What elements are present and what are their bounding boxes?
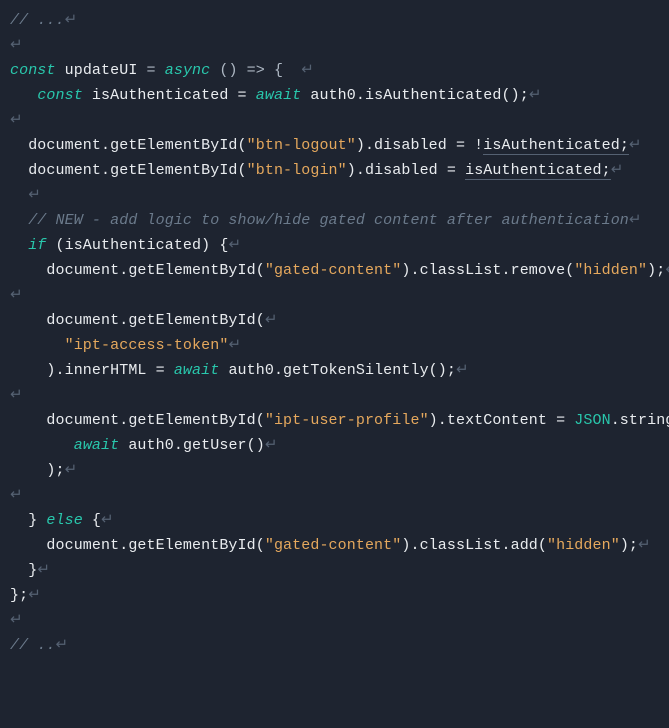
disabled-2: ).disabled = xyxy=(347,162,465,179)
gc2-close: ); xyxy=(620,537,638,554)
newline-icon: ↵ xyxy=(10,387,23,404)
newline-icon: ↵ xyxy=(65,12,78,29)
kw-await-2: await xyxy=(174,362,220,379)
semi-2: ; xyxy=(602,162,611,180)
doc-get-gc2: document.getElementById( xyxy=(46,537,264,554)
newline-icon: ↵ xyxy=(629,137,642,154)
newline-icon: ↵ xyxy=(228,237,241,254)
str-gated-1: "gated-content" xyxy=(265,262,402,279)
newline-icon: ↵ xyxy=(101,512,114,529)
str-hidden-1: "hidden" xyxy=(574,262,647,279)
doc-get-tok: document.getElementById( xyxy=(46,312,264,329)
kw-else: else xyxy=(46,512,82,529)
newline-icon: ↵ xyxy=(10,112,23,129)
close-inner: } xyxy=(28,562,37,579)
newline-icon: ↵ xyxy=(56,637,69,654)
newline-icon: ↵ xyxy=(638,537,651,554)
isauth-ref-2: isAuthenticated xyxy=(465,162,602,180)
kw-const-2: const xyxy=(37,87,83,104)
str-ipt-profile: "ipt-user-profile" xyxy=(265,412,429,429)
if-cond: (isAuthenticated) { xyxy=(46,237,228,254)
kw-if: if xyxy=(28,237,46,254)
doc-get-gc1: document.getElementById( xyxy=(46,262,264,279)
newline-icon: ↵ xyxy=(10,612,23,629)
auth0-call-1: auth0.isAuthenticated(); xyxy=(301,87,529,104)
newline-icon: ↵ xyxy=(529,87,542,104)
newline-icon: ↵ xyxy=(265,312,278,329)
arrow: () => { xyxy=(210,62,283,79)
classlist-add: ).classList.add( xyxy=(401,537,547,554)
newline-icon: ↵ xyxy=(301,62,314,79)
gc1-close: ); xyxy=(647,262,665,279)
newline-icon: ↵ xyxy=(456,362,469,379)
doc-get-2: document.getElementById( xyxy=(28,162,246,179)
comment-new: // NEW - add logic to show/hide gated co… xyxy=(28,212,629,229)
prof-close: ); xyxy=(46,462,64,479)
prof-text: ).textContent = xyxy=(429,412,575,429)
str-btn-login: "btn-login" xyxy=(247,162,347,179)
stringify: .stringify( xyxy=(611,412,669,429)
newline-icon: ↵ xyxy=(629,212,642,229)
else-brace: } xyxy=(28,512,46,529)
fn-name-text: updateUI xyxy=(65,62,138,79)
isauth-ref-1: isAuthenticated xyxy=(483,137,620,155)
newline-icon: ↵ xyxy=(10,37,23,54)
kw-await-3: await xyxy=(74,437,120,454)
newline-icon: ↵ xyxy=(28,587,41,604)
str-gated-2: "gated-content" xyxy=(265,537,402,554)
tok-inner: ).innerHTML = xyxy=(46,362,173,379)
fn-name: updateUI xyxy=(56,62,138,79)
kw-const: const xyxy=(10,62,56,79)
kw-async: async xyxy=(165,62,211,79)
newline-icon: ↵ xyxy=(65,462,78,479)
comment-top: // ... xyxy=(10,12,65,29)
newline-icon: ↵ xyxy=(10,487,23,504)
newline-icon: ↵ xyxy=(28,187,41,204)
tok-call: auth0.getTokenSilently(); xyxy=(219,362,456,379)
doc-get-prof: document.getElementById( xyxy=(46,412,264,429)
newline-icon: ↵ xyxy=(265,437,278,454)
newline-icon: ↵ xyxy=(665,262,669,279)
comment-bottom: // .. xyxy=(10,637,56,654)
code-block[interactable]: // ...↵ ↵ const updateUI = async () => {… xyxy=(0,0,669,666)
newline-icon: ↵ xyxy=(228,337,241,354)
isauth-decl: isAuthenticated = xyxy=(83,87,256,104)
newline-icon: ↵ xyxy=(611,162,624,179)
disabled-1: ).disabled = ! xyxy=(356,137,483,154)
json-ident: JSON xyxy=(574,412,610,429)
str-hidden-2: "hidden" xyxy=(547,537,620,554)
str-ipt-access: "ipt-access-token" xyxy=(65,337,229,354)
kw-await-1: await xyxy=(256,87,302,104)
else-open: { xyxy=(83,512,101,529)
newline-icon: ↵ xyxy=(10,287,23,304)
doc-get-1: document.getElementById( xyxy=(28,137,246,154)
newline-icon: ↵ xyxy=(37,562,50,579)
str-btn-logout: "btn-logout" xyxy=(247,137,356,154)
classlist-remove: ).classList.remove( xyxy=(401,262,574,279)
getuser: auth0.getUser() xyxy=(119,437,265,454)
semi-1: ; xyxy=(620,137,629,155)
op-eq: = xyxy=(137,62,164,79)
close-outer: }; xyxy=(10,587,28,604)
